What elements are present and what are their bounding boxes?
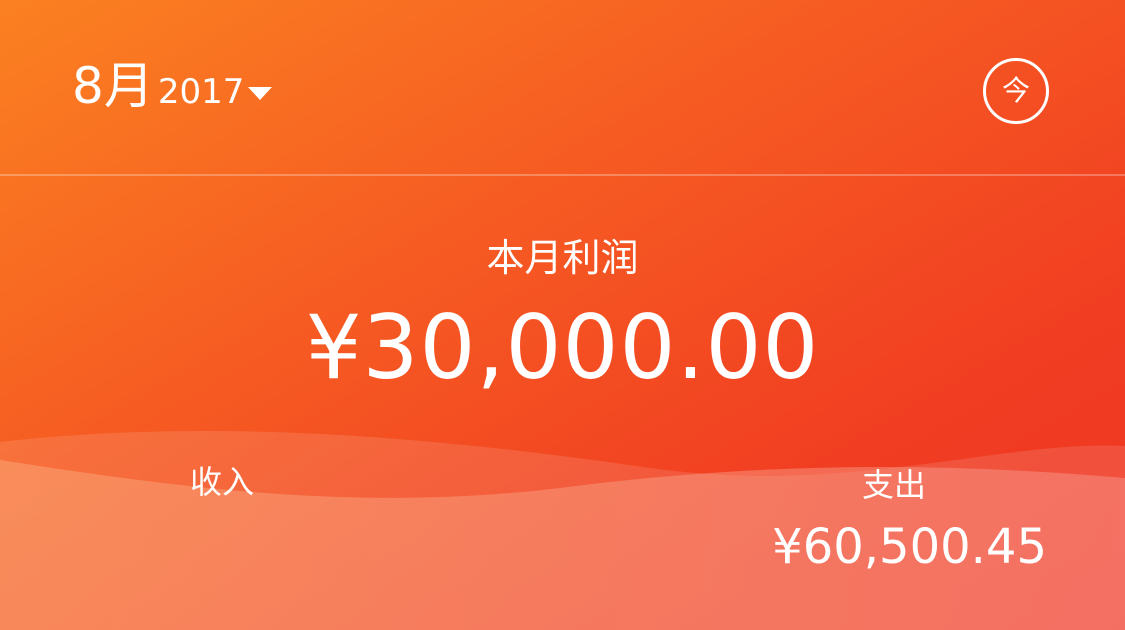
header: 8月 2017 今 — [0, 0, 1125, 175]
profit-summary-card: 8月 2017 今 本月利润 ¥30,000.00 收入 支出 ¥60,500.… — [0, 0, 1125, 630]
today-button-label: 今 — [1001, 74, 1030, 107]
expense-amount: ¥60,500.45 — [772, 519, 1047, 575]
profit-amount: ¥30,000.00 — [305, 296, 820, 399]
expense-label: 支出 — [862, 466, 927, 504]
caret-down-icon — [248, 87, 273, 100]
today-button[interactable]: 今 — [983, 58, 1049, 124]
month-selector[interactable]: 8月 2017 — [72, 56, 273, 116]
header-divider — [0, 174, 1125, 176]
income-label: 收入 — [190, 463, 255, 501]
profit-label: 本月利润 — [486, 236, 639, 280]
year-label: 2017 — [157, 72, 245, 112]
month-label: 8月 — [72, 57, 154, 115]
